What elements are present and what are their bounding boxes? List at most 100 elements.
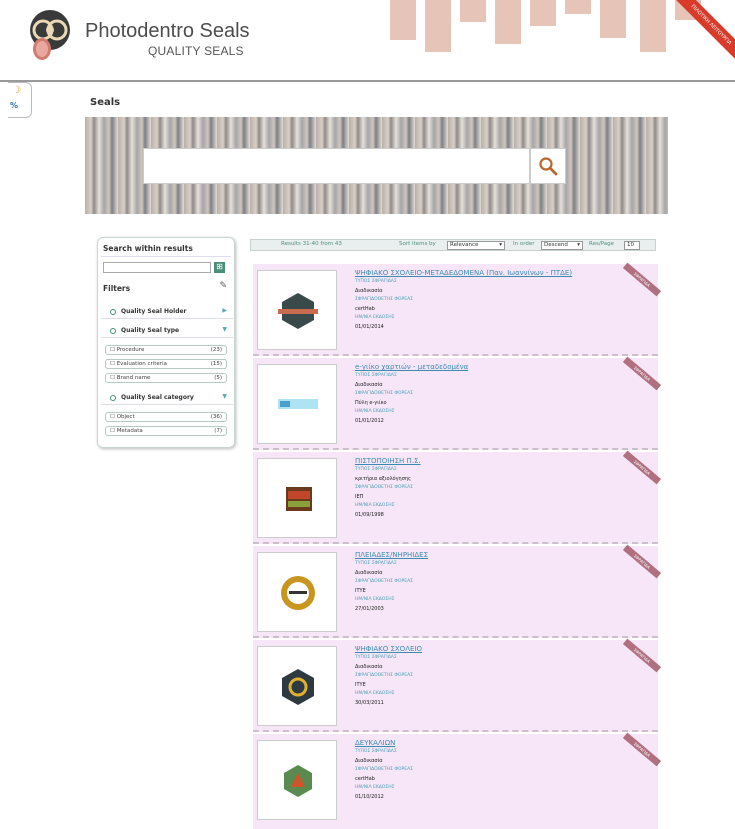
result-title-link[interactable]: e-γιίκο χαρτιών - μεταδεδομένα [355, 363, 468, 371]
field-value: 27/01/2003 [355, 606, 384, 612]
result-card[interactable]: ΠΙΣΤΟΠΟΙΗΣΗ Π.Σ. ΤΥΠΟΣ ΣΦΡΑΓΙΔΑΣ κριτήρι… [253, 450, 662, 544]
checkbox-icon: ☐ [110, 428, 117, 434]
search-within-input[interactable] [103, 262, 211, 273]
search-input[interactable] [143, 148, 530, 184]
site-header: Photodentro Seals QUALITY SEALS ΠΙΛΟΤΙΚΗ… [0, 0, 735, 82]
moon-icon[interactable]: ☽ [12, 85, 21, 96]
sort-select[interactable]: Relevance ▾ [447, 241, 505, 250]
field-value: Διαδικασία [355, 288, 383, 294]
sort-value: Relevance [450, 242, 479, 248]
results-count: Results 31-40 from 43 [281, 241, 342, 247]
field-value: certHab [355, 776, 375, 782]
brush-icon[interactable]: ✎ [219, 281, 227, 291]
radio-icon [110, 309, 116, 315]
field-label: ΣΦΡΑΓΙΔΟΘΕΤΗΣ ΦΟΡΕΑΣ [355, 485, 413, 490]
result-title-link[interactable]: ΠΙΣΤΟΠΟΙΗΣΗ Π.Σ. [355, 457, 421, 465]
search-button[interactable] [530, 148, 566, 184]
result-title-link[interactable]: ΨΗΦΙΑΚΟ ΣΧΟΛΕΙΟ [355, 645, 422, 653]
result-card[interactable]: ΔΕΥΚΑΛΙΩΝ ΤΥΠΟΣ ΣΦΡΑΓΙΔΑΣ Διαδικασία ΣΦΡ… [253, 732, 662, 829]
percent-icon[interactable]: % [10, 101, 18, 110]
field-value: 01/10/2012 [355, 794, 384, 800]
field-label: ΤΥΠΟΣ ΣΦΡΑΓΙΔΑΣ [355, 467, 397, 472]
field-label: ΗΜ/ΝΙΑ ΕΚΔΟΣΗΣ [355, 785, 395, 790]
field-label: ΣΦΡΑΓΙΔΟΘΕΤΗΣ ΦΟΡΕΑΣ [355, 579, 413, 584]
field-label: ΗΜ/ΝΙΑ ΕΚΔΟΣΗΣ [355, 503, 395, 508]
result-card[interactable]: ΨΗΦΙΑΚΟ ΣΧΟΛΕΙΟ-ΜΕΤΑΔΕΔΟΜΕΝΑ (Παν. Ιωανν… [253, 262, 662, 356]
field-value: 30/03/2011 [355, 700, 384, 706]
result-card[interactable]: ΠΛΕΙΑΔΕΣ/ΝΗΡΗΙΔΕΣ ΤΥΠΟΣ ΣΦΡΑΓΙΔΑΣ Διαδικ… [253, 544, 662, 638]
field-label: ΗΜ/ΝΙΑ ΕΚΔΟΣΗΣ [355, 315, 395, 320]
seal-ribbon: ΣΦΡΑΓΙΔΑ [622, 732, 662, 767]
decorative-banner [600, 0, 626, 38]
filter-head-holder[interactable]: Quality Seal Holder ▶ [101, 306, 233, 319]
filter-item-brand-name[interactable]: ☐ Brand name (5) [105, 373, 227, 383]
result-title-link[interactable]: ΨΗΦΙΑΚΟ ΣΧΟΛΕΙΟ-ΜΕΤΑΔΕΔΟΜΕΝΑ (Παν. Ιωανν… [355, 269, 572, 277]
decorative-banner [530, 0, 556, 26]
field-label: ΗΜ/ΝΙΑ ΕΚΔΟΣΗΣ [355, 691, 395, 696]
filter-head-type[interactable]: Quality Seal type ▼ [101, 325, 233, 338]
order-select[interactable]: Descend ▾ [541, 241, 583, 250]
filters-title: Filters [103, 284, 131, 293]
filter-head-category[interactable]: Quality Seal category ▼ [101, 392, 233, 405]
field-value: ΙΤΥΕ [355, 682, 366, 688]
filter-item-procedure[interactable]: ☐ Procedure (23) [105, 345, 227, 355]
decorative-banner [425, 0, 451, 52]
field-value: ΙΕΠ [355, 494, 364, 500]
filter-item-label: Metadata [116, 428, 143, 434]
site-subtitle: QUALITY SEALS [148, 44, 244, 58]
seal-thumbnail[interactable] [257, 270, 337, 350]
filter-item-evaluation-criteria[interactable]: ☐ Evaluation criteria (15) [105, 359, 227, 369]
decorative-banner [460, 0, 486, 22]
checkbox-icon: ☐ [110, 361, 117, 367]
field-label: ΗΜ/ΝΙΑ ΕΚΔΟΣΗΣ [355, 597, 395, 602]
result-title-link[interactable]: ΠΛΕΙΑΔΕΣ/ΝΗΡΗΙΔΕΣ [355, 551, 428, 559]
field-value: ΙΤΥΕ [355, 588, 366, 594]
radio-icon [110, 328, 116, 334]
field-label: ΣΦΡΑΓΙΔΟΘΕΤΗΣ ΦΟΡΕΑΣ [355, 297, 413, 302]
field-value: Διαδικασία [355, 758, 383, 764]
site-title[interactable]: Photodentro Seals [85, 20, 250, 43]
filters-panel: Search within results ⊞ Filters ✎ Qualit… [97, 237, 235, 448]
field-label: ΗΜ/ΝΙΑ ΕΚΔΟΣΗΣ [355, 409, 395, 414]
filter-item-label: Brand name [116, 375, 151, 381]
search-icon [539, 157, 558, 176]
result-title-link[interactable]: ΔΕΥΚΑΛΙΩΝ [355, 739, 395, 747]
result-card[interactable]: e-γιίκο χαρτιών - μεταδεδομένα ΤΥΠΟΣ ΣΦΡ… [253, 356, 662, 450]
filter-head-label: Quality Seal type [121, 327, 180, 334]
field-value: Πύλη e-γιίκο [355, 400, 387, 406]
filter-item-count: (7) [214, 428, 222, 434]
filter-head-label: Quality Seal Holder [121, 308, 187, 315]
chevron-down-icon: ▾ [499, 242, 502, 248]
results-bar: Results 31-40 from 43 Sort items by Rele… [250, 239, 656, 251]
seal-thumbnail[interactable] [257, 552, 337, 632]
seal-ribbon: ΣΦΡΑΓΙΔΑ [622, 450, 662, 485]
sort-label: Sort items by [399, 241, 436, 247]
seal-thumbnail[interactable] [257, 646, 337, 726]
chevron-down-icon: ▼ [222, 393, 227, 400]
seal-thumbnail[interactable] [257, 458, 337, 538]
field-label: ΣΦΡΑΓΙΔΟΘΕΤΗΣ ΦΟΡΕΑΣ [355, 767, 413, 772]
seal-thumbnail[interactable] [257, 740, 337, 820]
chevron-down-icon: ▾ [577, 242, 580, 248]
perpage-value: 10 [627, 242, 634, 248]
decorative-banner [640, 0, 666, 52]
filter-item-count: (5) [214, 375, 222, 381]
seal-ribbon: ΣΦΡΑΓΙΔΑ [622, 356, 662, 391]
search-within-go-button[interactable]: ⊞ [214, 262, 225, 273]
perpage-select[interactable]: 10 [624, 241, 640, 250]
filter-item-object[interactable]: ☐ Object (36) [105, 412, 227, 422]
divider [101, 256, 231, 257]
seal-ribbon: ΣΦΡΑΓΙΔΑ [622, 544, 662, 579]
logo-ribbon-icon [33, 38, 51, 60]
filter-item-metadata[interactable]: ☐ Metadata (7) [105, 426, 227, 436]
order-label: In order [513, 241, 535, 247]
field-value: Διαδικασία [355, 382, 383, 388]
page-title: Seals [90, 97, 121, 108]
filter-item-count: (36) [210, 414, 222, 420]
field-value: Διαδικασία [355, 664, 383, 670]
result-card[interactable]: ΨΗΦΙΑΚΟ ΣΧΟΛΕΙΟ ΤΥΠΟΣ ΣΦΡΑΓΙΔΑΣ Διαδικασ… [253, 638, 662, 732]
filter-item-count: (15) [210, 361, 222, 367]
perpage-label: Res/Page [589, 241, 614, 247]
filter-item-label: Procedure [116, 347, 145, 353]
seal-thumbnail[interactable] [257, 364, 337, 444]
